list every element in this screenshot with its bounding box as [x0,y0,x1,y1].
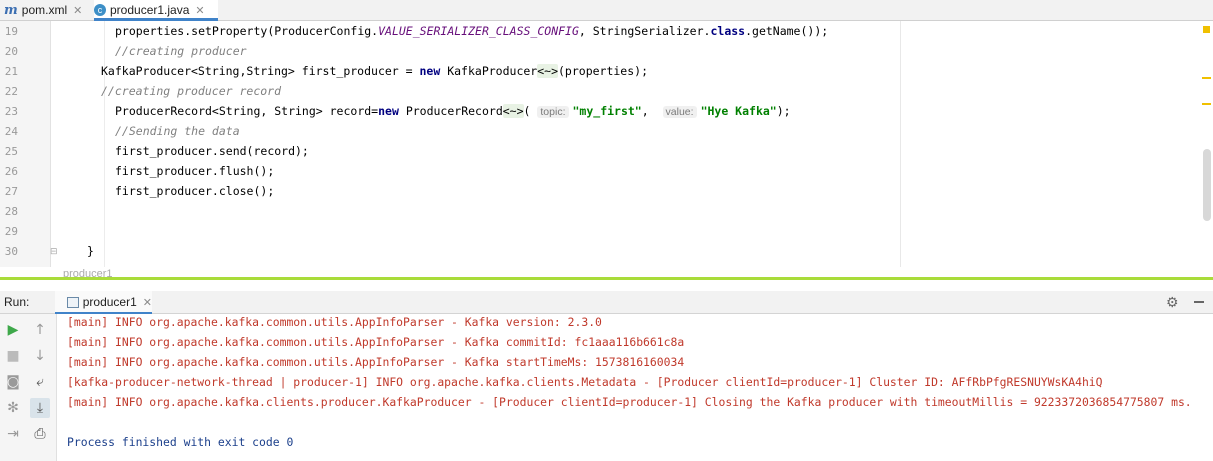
console-line: [kafka-producer-network-thread | produce… [67,375,1103,389]
tab-label: producer1.java [110,3,190,17]
code-line-30: } [87,244,94,258]
close-icon[interactable]: ✕ [73,4,82,17]
console-line: [main] INFO org.apache.kafka.clients.pro… [67,395,1192,409]
code-line-26: first_producer.flush(); [115,164,275,178]
close-icon[interactable]: ✕ [143,296,152,309]
line-number-gutter: 19 20 21 22 23 24 25 26 27 28 29 30 [0,21,51,267]
settings-icon[interactable]: ✻ [3,398,23,418]
indent-guide [104,21,105,267]
soft-wrap-icon[interactable]: ⤶ [30,372,50,392]
close-icon[interactable]: ✕ [195,4,204,17]
rerun-icon[interactable]: ▶ [3,320,23,340]
code-line-23: ProducerRecord<String, String> record=ne… [115,104,791,118]
code-line-27: first_producer.close(); [115,184,275,198]
run-tab-producer1[interactable]: producer1 ✕ [55,291,152,314]
line-number: 25 [4,145,18,158]
line-number: 27 [4,185,18,198]
java-class-icon: c [94,4,106,16]
console-line: [main] INFO org.apache.kafka.common.util… [67,335,685,349]
code-line-20: //creating producer [115,44,247,58]
line-number: 19 [4,25,18,38]
exit-icon[interactable]: ⇥ [3,424,23,444]
run-tool-window-header: Run: producer1 ✕ ⚙ [0,291,1213,314]
run-toolbar: ▶ ↑ ■ ↓ ◙ ⤶ ✻ ⤓ ⇥ ⎙ [0,314,57,461]
line-number: 21 [4,65,18,78]
camera-icon[interactable]: ◙ [3,372,23,392]
line-number: 24 [4,125,18,138]
run-tab-label: producer1 [82,295,137,309]
tab-producer1-java[interactable]: c producer1.java ✕ [94,0,218,21]
down-arrow-icon[interactable]: ↓ [30,346,50,366]
code-line-21: KafkaProducer<String,String> first_produ… [101,64,649,78]
stop-icon[interactable]: ■ [3,346,23,366]
console-icon [67,296,79,308]
up-arrow-icon[interactable]: ↑ [30,320,50,340]
line-number: 20 [4,45,18,58]
scrollbar-thumb[interactable] [1203,149,1211,221]
warning-stripe[interactable] [1202,77,1211,79]
code-area[interactable]: properties.setProperty(ProducerConfig.VA… [50,21,901,267]
process-finished-line: Process finished with exit code 0 [67,435,294,449]
warning-marker-icon[interactable] [1203,26,1210,33]
code-line-19: properties.setProperty(ProducerConfig.VA… [115,24,829,38]
parameter-hint: topic: [537,106,569,118]
editor-tab-bar: m pom.xml ✕ c producer1.java ✕ [0,0,1213,21]
console-line: [main] INFO org.apache.kafka.common.util… [67,315,602,329]
code-line-24: //Sending the data [115,124,240,138]
code-editor[interactable]: 19 20 21 22 23 24 25 26 27 28 29 30 ⊟ pr… [0,21,1213,267]
tab-pom-xml[interactable]: m pom.xml ✕ [4,0,82,20]
minimize-icon[interactable] [1194,301,1204,303]
print-icon[interactable]: ⎙ [30,424,50,444]
warning-stripe[interactable] [1202,103,1211,105]
line-number: 30 [4,245,18,258]
code-line-22: //creating producer record [101,84,282,98]
parameter-hint: value: [662,106,697,118]
line-number: 22 [4,85,18,98]
line-number: 26 [4,165,18,178]
line-number: 23 [4,105,18,118]
console-output[interactable]: [main] INFO org.apache.kafka.common.util… [57,314,1213,461]
panel-divider[interactable] [0,277,1213,280]
line-number: 29 [4,225,18,238]
maven-icon: m [4,2,18,18]
run-label: Run: [4,295,30,309]
gear-icon[interactable]: ⚙ [1166,294,1179,311]
editor-scrollbar[interactable] [1200,21,1213,267]
console-line: [main] INFO org.apache.kafka.common.util… [67,355,685,369]
scroll-to-end-icon[interactable]: ⤓ [30,398,50,418]
code-line-25: first_producer.send(record); [115,144,309,158]
tab-label: pom.xml [21,3,68,17]
line-number: 28 [4,205,18,218]
